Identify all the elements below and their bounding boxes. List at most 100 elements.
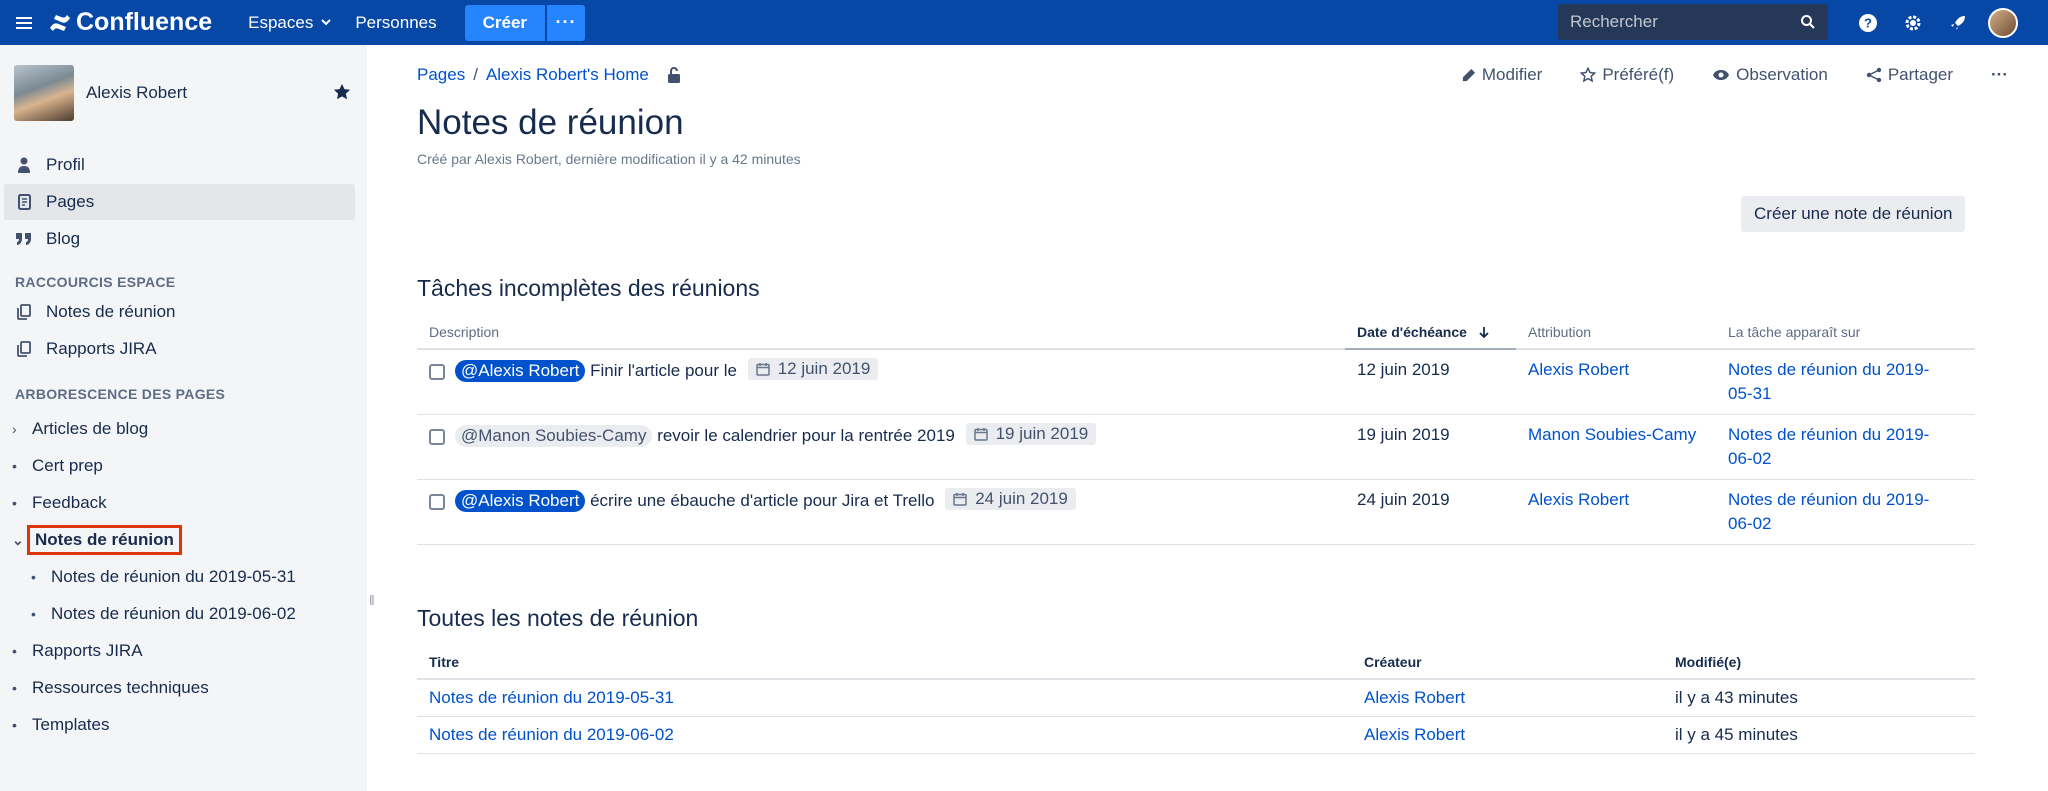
star-icon[interactable] — [333, 83, 351, 106]
nav-spaces-label: Espaces — [248, 12, 314, 32]
note-creator-link[interactable]: Alexis Robert — [1364, 688, 1465, 707]
user-mention[interactable]: @Alexis Robert — [455, 360, 586, 382]
appears-on-link[interactable]: Notes de réunion du 2019- 06-02 — [1728, 425, 1929, 468]
bullet-icon: • — [31, 569, 36, 585]
space-sidebar: Alexis Robert Profil Pages Blog RACCOURC… — [0, 45, 367, 791]
copy-pages-icon — [16, 341, 32, 357]
appears-on-link[interactable]: Notes de réunion du 2019- 06-02 — [1728, 490, 1929, 533]
share-icon — [1866, 67, 1882, 83]
help-icon[interactable]: ? — [1845, 0, 1890, 45]
gear-icon[interactable] — [1890, 0, 1935, 45]
appears-on-line-2: 05-31 — [1728, 384, 1772, 403]
shortcut-notes-de-reunion[interactable]: Notes de réunion — [4, 294, 355, 330]
note-title-link[interactable]: Notes de réunion du 2019-05-31 — [429, 688, 674, 707]
appears-on-line-2: 06-02 — [1728, 449, 1772, 468]
shortcut-label: Notes de réunion — [46, 302, 176, 321]
create-meeting-note-button[interactable]: Créer une note de réunion — [1741, 196, 1966, 232]
note-title-link[interactable]: Notes de réunion du 2019-06-02 — [429, 725, 674, 744]
page-icon — [16, 194, 32, 210]
due-date-lozenge[interactable]: 12 juin 2019 — [747, 358, 879, 380]
page-byline: Créé par Alexis Robert, dernière modific… — [417, 151, 801, 167]
tree-item-articles-de-blog[interactable]: › Articles de blog — [12, 419, 148, 439]
bullet-icon: • — [12, 458, 17, 474]
page-actions: Modifier Préféré(f) Observation Partager… — [1423, 65, 2008, 85]
sidebar-item-profil[interactable]: Profil — [4, 147, 355, 183]
table-row: @Alexis Robert Finir l'article pour le 1… — [417, 349, 1975, 415]
calendar-icon — [973, 428, 988, 441]
tree-item-notes-2019-06-02[interactable]: • Notes de réunion du 2019-06-02 — [31, 604, 296, 624]
column-header-due-date[interactable]: Date d'échéance — [1345, 315, 1516, 350]
breadcrumb-pages[interactable]: Pages — [417, 65, 465, 85]
shortcut-label: Rapports JIRA — [46, 339, 157, 358]
shortcut-rapports-jira[interactable]: Rapports JIRA — [4, 331, 355, 367]
space-owner-name: Alexis Robert — [86, 83, 188, 102]
tree-item-label: Cert prep — [32, 456, 103, 475]
tree-item-cert-prep[interactable]: • Cert prep — [12, 456, 103, 476]
sidebar-item-pages[interactable]: Pages — [4, 184, 355, 220]
assignee-link[interactable]: Alexis Robert — [1528, 490, 1629, 509]
confluence-logo-icon — [50, 14, 70, 31]
tree-item-label: Notes de réunion du 2019-06-02 — [51, 604, 296, 623]
create-button[interactable]: Créer — [464, 4, 546, 41]
column-header-description[interactable]: Description — [417, 315, 1345, 350]
bullet-icon: • — [12, 717, 17, 733]
tree-item-rapports-jira[interactable]: • Rapports JIRA — [12, 641, 143, 661]
space-owner[interactable]: Alexis Robert — [14, 65, 187, 121]
due-date-lozenge-label: 12 juin 2019 — [777, 359, 871, 378]
tree-item-notes-2019-05-31[interactable]: • Notes de réunion du 2019-05-31 — [31, 567, 296, 587]
appears-on-link[interactable]: Notes de réunion du 2019- 05-31 — [1728, 360, 1929, 403]
more-actions-button[interactable]: ··· — [1991, 65, 2008, 85]
due-date-lozenge[interactable]: 24 juin 2019 — [945, 488, 1076, 510]
watch-button[interactable]: Observation — [1712, 65, 1828, 85]
user-mention[interactable]: @Manon Soubies-Camy — [455, 425, 653, 447]
sidebar-item-blog[interactable]: Blog — [4, 221, 355, 257]
task-assignee: Manon Soubies-Camy — [1516, 414, 1716, 480]
due-date-lozenge[interactable]: 19 juin 2019 — [965, 423, 1097, 445]
search-box[interactable]: Rechercher — [1558, 4, 1828, 40]
tree-item-label: Notes de réunion du 2019-05-31 — [51, 567, 296, 586]
column-header-appears-on[interactable]: La tâche apparaît sur — [1716, 315, 1975, 350]
task-appears-on: Notes de réunion du 2019- 05-31 — [1716, 349, 1975, 415]
rocket-icon[interactable] — [1935, 0, 1980, 45]
svg-text:?: ? — [1864, 15, 1872, 30]
column-header-creator[interactable]: Créateur — [1352, 645, 1663, 680]
task-checkbox[interactable] — [429, 493, 445, 510]
favorite-button[interactable]: Préféré(f) — [1580, 65, 1674, 85]
nav-spaces[interactable]: Espaces — [236, 0, 343, 45]
share-button[interactable]: Partager — [1866, 65, 1953, 85]
column-header-assignee[interactable]: Attribution — [1516, 315, 1716, 350]
bullet-icon: • — [31, 606, 36, 622]
create-more-button[interactable]: ··· — [547, 4, 586, 41]
tree-item-templates[interactable]: • Templates — [12, 715, 109, 735]
search-icon — [1801, 15, 1815, 29]
page-content: Pages / Alexis Robert's Home Modifier Pr… — [367, 45, 2048, 791]
edit-label: Modifier — [1481, 65, 1543, 84]
chevron-down-icon[interactable]: ⌄ — [12, 532, 32, 549]
tree-item-ressources-techniques[interactable]: • Ressources techniques — [12, 678, 209, 698]
nav-people[interactable]: Personnes — [343, 0, 448, 45]
tree-item-feedback[interactable]: • Feedback — [12, 493, 107, 513]
menu-icon[interactable] — [0, 0, 48, 45]
note-creator-link[interactable]: Alexis Robert — [1364, 725, 1465, 744]
assignee-link[interactable]: Manon Soubies-Camy — [1528, 425, 1696, 444]
user-avatar[interactable] — [1988, 7, 2018, 38]
task-checkbox[interactable] — [429, 363, 445, 380]
column-header-title[interactable]: Titre — [417, 645, 1352, 680]
tree-item-label: Templates — [32, 715, 110, 734]
column-header-modified[interactable]: Modifié(e) — [1663, 645, 1975, 680]
bullet-icon: • — [12, 495, 17, 511]
assignee-link[interactable]: Alexis Robert — [1528, 360, 1629, 379]
breadcrumb-home[interactable]: Alexis Robert's Home — [486, 65, 649, 85]
unlock-icon[interactable] — [667, 67, 681, 83]
chevron-right-icon[interactable]: › — [12, 421, 32, 437]
favorite-label: Préféré(f) — [1602, 65, 1675, 84]
tree-item-label: Feedback — [32, 493, 107, 512]
user-mention[interactable]: @Alexis Robert — [455, 490, 586, 512]
sidebar-item-label: Blog — [46, 229, 81, 248]
task-due-date: 12 juin 2019 — [1345, 349, 1516, 415]
edit-button[interactable]: Modifier — [1461, 65, 1542, 85]
task-checkbox[interactable] — [429, 428, 445, 445]
task-due-date: 19 juin 2019 — [1345, 414, 1516, 480]
tree-item-notes-de-reunion[interactable]: ⌄ Notes de réunion — [12, 525, 182, 555]
confluence-logo[interactable]: Confluence — [48, 8, 212, 37]
